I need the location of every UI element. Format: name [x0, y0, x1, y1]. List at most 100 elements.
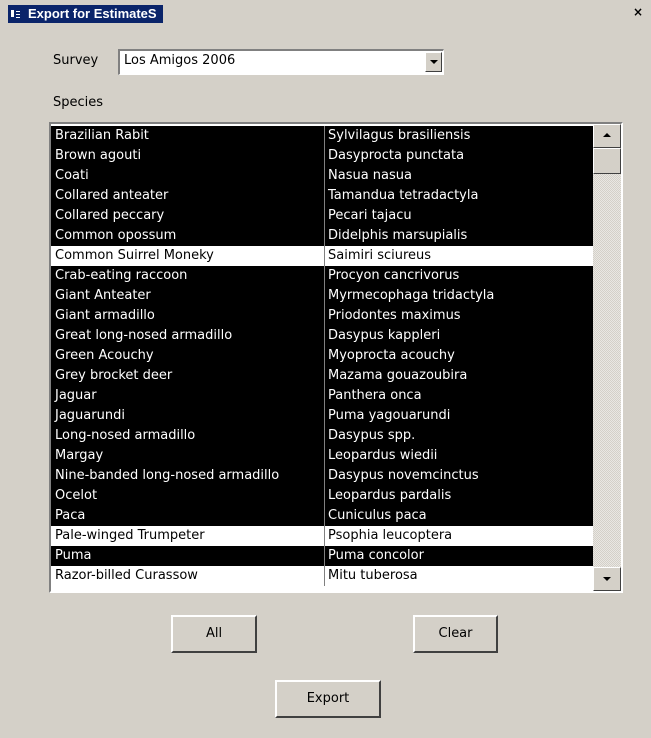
species-listbox[interactable]: Brazilian Rabit Sylvilagus brasiliensis Br… [49, 122, 623, 593]
species-scientific-name: Puma yagouarundi [328, 408, 451, 423]
species-scrollbar[interactable] [593, 124, 621, 591]
species-scientific-name: Leopardus pardalis [328, 488, 452, 503]
column-separator [324, 186, 325, 206]
species-scientific-name: Tamandua tetradactyla [328, 188, 479, 203]
column-separator [324, 486, 325, 506]
species-row[interactable]: Long-nosed armadillo Dasypus spp. [51, 426, 595, 446]
close-button[interactable]: × [631, 6, 645, 20]
column-separator [324, 466, 325, 486]
species-row[interactable]: Great long-nosed armadillo Dasypus kapple… [51, 326, 595, 346]
species-scientific-name: Saimiri sciureus [328, 248, 432, 263]
title-bar: Export for EstimateS × [0, 0, 651, 27]
species-scientific-name: Cuniculus paca [328, 508, 427, 523]
species-common-name: Great long-nosed armadillo [55, 328, 233, 343]
species-row[interactable]: Jaguar Panthera onca [51, 386, 595, 406]
species-scientific-name: Myrmecophaga tridactyla [328, 288, 495, 303]
species-common-name: Brown agouti [55, 148, 142, 163]
species-row[interactable]: Collared peccary Pecari tajacu [51, 206, 595, 226]
column-separator [324, 546, 325, 566]
species-row[interactable]: Coati Nasua nasua [51, 166, 595, 186]
species-common-name: Margay [55, 448, 104, 463]
species-common-name: Collared peccary [55, 208, 165, 223]
column-separator [324, 306, 325, 326]
species-row[interactable]: Razor-billed Curassow Mitu tuberosa [51, 566, 595, 586]
species-common-name: Pale-winged Trumpeter [55, 528, 205, 543]
column-separator [324, 366, 325, 386]
arrow-down-icon [603, 577, 611, 581]
export-button[interactable]: Export [275, 680, 381, 718]
species-scientific-name: Dasypus novemcinctus [328, 468, 479, 483]
species-common-name: Paca [55, 508, 86, 523]
column-separator [324, 406, 325, 426]
form-icon [8, 7, 23, 20]
species-scientific-name: Procyon cancrivorus [328, 268, 460, 283]
column-separator [324, 246, 325, 266]
column-separator [324, 386, 325, 406]
chevron-down-icon [430, 60, 438, 64]
species-row[interactable]: Ocelot Leopardus pardalis [51, 486, 595, 506]
column-separator [324, 426, 325, 446]
species-scientific-name: Mitu tuberosa [328, 568, 418, 583]
species-row[interactable]: Brown agouti Dasyprocta punctata [51, 146, 595, 166]
species-common-name: Common Suirrel Moneky [55, 248, 214, 263]
species-row[interactable]: Common opossum Didelphis marsupialis [51, 226, 595, 246]
species-row[interactable]: Giant armadillo Priodontes maximus [51, 306, 595, 326]
species-common-name: Razor-billed Curassow [55, 568, 198, 583]
arrow-up-icon [603, 133, 611, 137]
column-separator [324, 146, 325, 166]
species-scientific-name: Leopardus wiedii [328, 448, 438, 463]
species-common-name: Crab-eating raccoon [55, 268, 188, 283]
species-common-name: Long-nosed armadillo [55, 428, 196, 443]
scroll-up-button[interactable] [593, 124, 621, 148]
scroll-thumb[interactable] [593, 148, 621, 174]
survey-label: Survey [53, 53, 99, 68]
survey-dropdown-button[interactable] [425, 52, 442, 72]
survey-combobox[interactable]: Los Amigos 2006 [118, 49, 444, 75]
species-common-name: Giant Anteater [55, 288, 151, 303]
species-row[interactable]: Nine-banded long-nosed armadillo Dasypus … [51, 466, 595, 486]
species-common-name: Nine-banded long-nosed armadillo [55, 468, 280, 483]
species-row[interactable]: Giant Anteater Myrmecophaga tridactyla [51, 286, 595, 306]
column-separator [324, 326, 325, 346]
scroll-down-button[interactable] [593, 567, 621, 591]
species-rows: Brazilian Rabit Sylvilagus brasiliensis Br… [51, 126, 595, 586]
column-separator [324, 126, 325, 146]
species-row[interactable]: Jaguarundi Puma yagouarundi [51, 406, 595, 426]
species-scientific-name: Priodontes maximus [328, 308, 461, 323]
species-common-name: Coati [55, 168, 89, 183]
species-row[interactable]: Paca Cuniculus paca [51, 506, 595, 526]
species-scientific-name: Dasyprocta punctata [328, 148, 465, 163]
species-row[interactable]: Crab-eating raccoon Procyon cancrivorus [51, 266, 595, 286]
species-row[interactable]: Common Suirrel Moneky Saimiri sciureus [51, 246, 595, 266]
column-separator [324, 526, 325, 546]
species-scientific-name: Puma concolor [328, 548, 424, 563]
column-separator [324, 446, 325, 466]
species-scientific-name: Nasua nasua [328, 168, 412, 183]
species-row[interactable]: Pale-winged Trumpeter Psophia leucoptera [51, 526, 595, 546]
survey-selected-value: Los Amigos 2006 [124, 53, 236, 68]
species-row[interactable]: Green Acouchy Myoprocta acouchy [51, 346, 595, 366]
column-separator [324, 266, 325, 286]
species-common-name: Common opossum [55, 228, 177, 243]
species-common-name: Ocelot [55, 488, 98, 503]
column-separator [324, 346, 325, 366]
species-common-name: Brazilian Rabit [55, 128, 149, 143]
species-common-name: Puma [55, 548, 92, 563]
species-row[interactable]: Grey brocket deer Mazama gouazoubira [51, 366, 595, 386]
species-scientific-name: Panthera onca [328, 388, 422, 403]
species-row[interactable]: Margay Leopardus wiedii [51, 446, 595, 466]
column-separator [324, 226, 325, 246]
species-common-name: Grey brocket deer [55, 368, 173, 383]
species-row[interactable]: Brazilian Rabit Sylvilagus brasiliensis [51, 126, 595, 146]
species-scientific-name: Dasypus kappleri [328, 328, 441, 343]
select-all-button[interactable]: All [171, 615, 257, 653]
species-common-name: Jaguar [55, 388, 97, 403]
column-separator [324, 286, 325, 306]
column-separator [324, 206, 325, 226]
species-scientific-name: Sylvilagus brasiliensis [328, 128, 471, 143]
clear-button[interactable]: Clear [413, 615, 498, 653]
species-scientific-name: Mazama gouazoubira [328, 368, 468, 383]
species-common-name: Green Acouchy [55, 348, 154, 363]
species-row[interactable]: Puma Puma concolor [51, 546, 595, 566]
species-row[interactable]: Collared anteater Tamandua tetradactyla [51, 186, 595, 206]
